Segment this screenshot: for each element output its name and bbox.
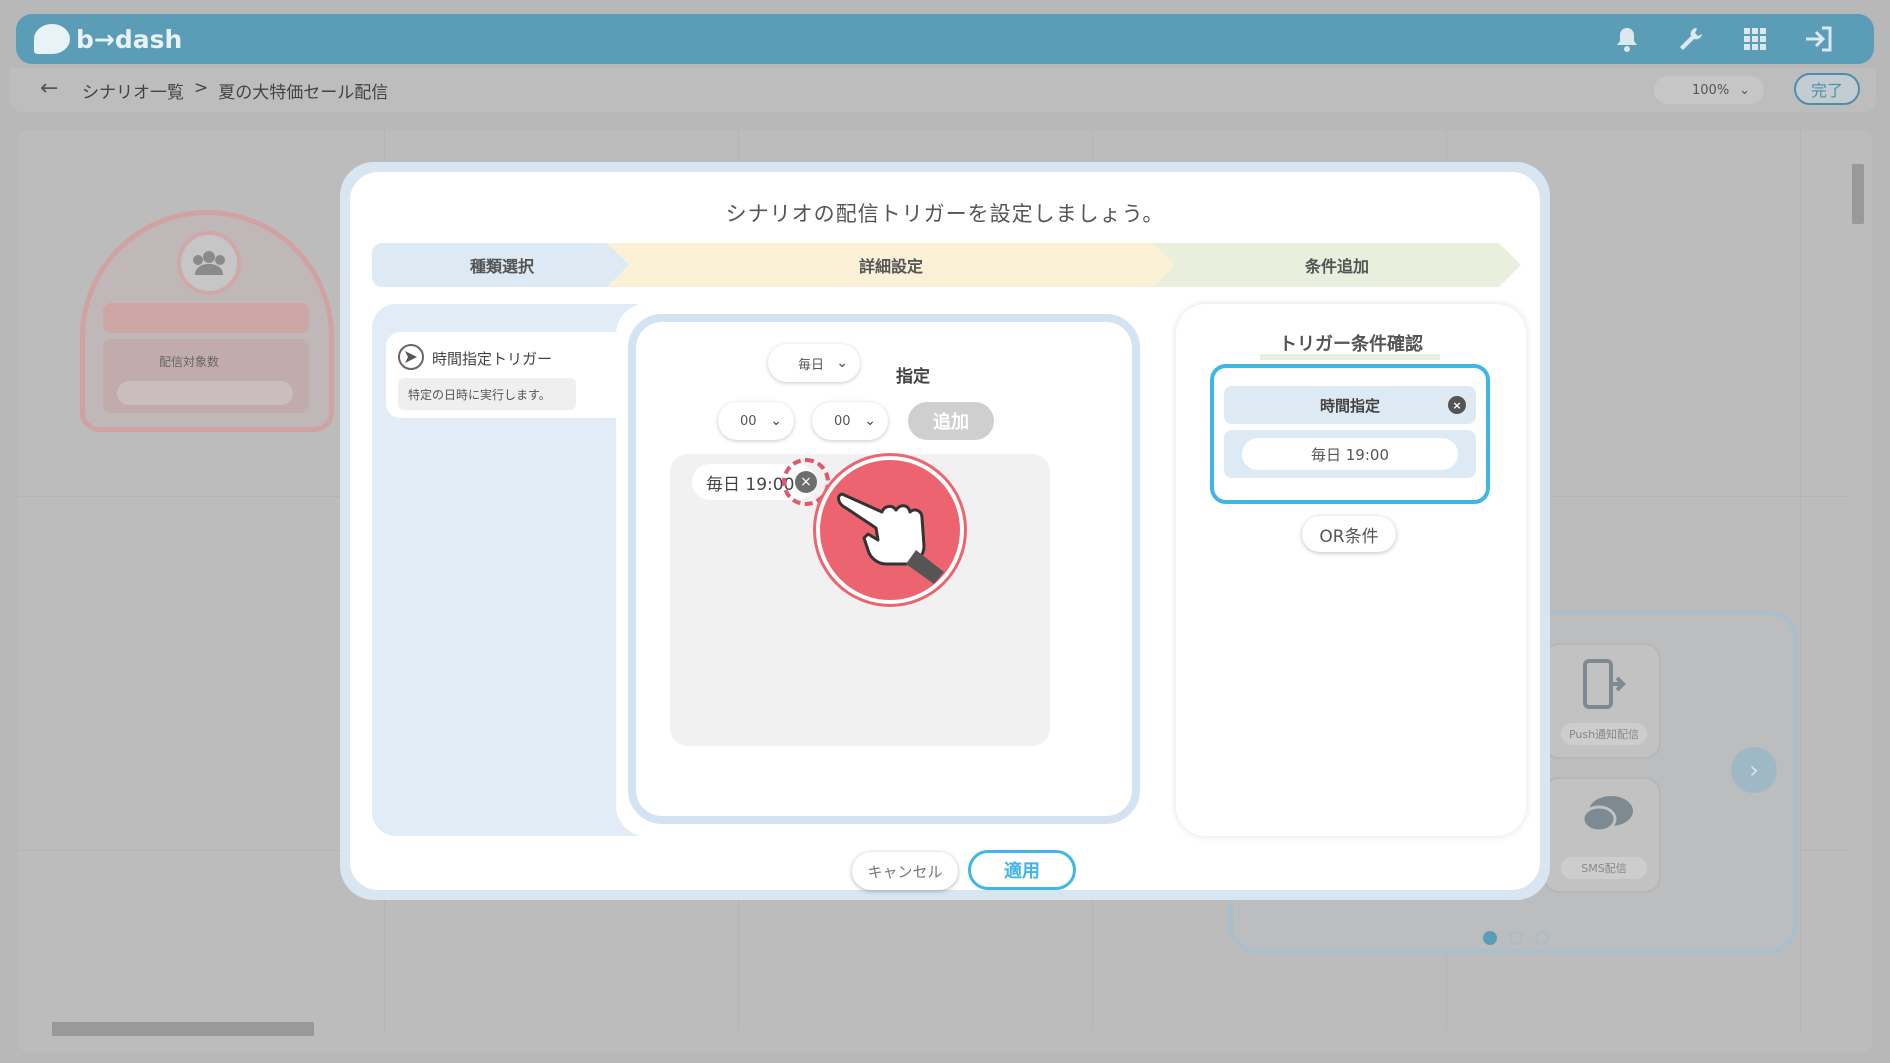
- app-header: b→dash: [16, 14, 1874, 64]
- trigger-modal: シナリオの配信トリガーを設定しましょう。 種類選択 詳細設定 条件追加 時間指定…: [340, 162, 1550, 900]
- start-node-target: 配信対象数: [103, 339, 309, 413]
- page-dot[interactable]: [1535, 931, 1549, 945]
- page-dot[interactable]: [1483, 931, 1497, 945]
- step-type-select: 種類選択: [372, 243, 632, 287]
- grid-line: [1800, 130, 1801, 1030]
- pagination-dots: [1483, 931, 1549, 945]
- group-icon: [177, 231, 241, 295]
- logo-bubble-icon: [34, 24, 70, 54]
- chevron-down-icon: ⌄: [864, 413, 876, 429]
- logo-text: b→dash: [76, 24, 183, 54]
- trigger-description: 特定の日時に実行します。: [398, 378, 576, 410]
- bell-icon[interactable]: [1612, 24, 1642, 54]
- condition-box: 時間指定 × 毎日 19:00: [1210, 364, 1490, 504]
- condition-value: 毎日 19:00: [1242, 438, 1458, 470]
- tile-label: SMS配信: [1561, 857, 1647, 879]
- remove-schedule-icon[interactable]: ×: [795, 471, 817, 493]
- sub-header: ← シナリオ一覧 > 夏の大特価セール配信 100% ⌄ 完了: [10, 68, 1876, 112]
- logo[interactable]: b→dash: [34, 24, 182, 54]
- tile-label: Push通知配信: [1561, 723, 1647, 745]
- hour-value: 00: [740, 413, 757, 429]
- sms-tile[interactable]: SMS配信: [1543, 777, 1661, 893]
- chevron-right-icon[interactable]: ›: [1731, 747, 1777, 793]
- add-button[interactable]: 追加: [908, 402, 994, 440]
- chat-icon: [1581, 793, 1635, 847]
- start-node[interactable]: 配信対象数: [80, 210, 334, 432]
- time-trigger-card[interactable]: 時間指定トリガー 特定の日時に実行します。: [386, 332, 606, 418]
- trigger-summary-panel: トリガー条件確認 時間指定 × 毎日 19:00 OR条件: [1176, 304, 1526, 836]
- zoom-value: 100%: [1692, 82, 1730, 98]
- start-node-label: 配信対象数: [159, 355, 220, 369]
- trigger-title: 時間指定トリガー: [432, 350, 553, 368]
- step-add-condition: 条件追加: [1153, 243, 1521, 287]
- scroll-thumb[interactable]: [52, 1022, 314, 1036]
- chevron-down-icon: ⌄: [1739, 82, 1750, 98]
- apply-button[interactable]: 適用: [968, 850, 1076, 890]
- logout-icon[interactable]: [1804, 24, 1834, 54]
- hour-select[interactable]: 00 ⌄: [718, 402, 794, 440]
- specify-label: 指定: [896, 367, 930, 387]
- breadcrumb: シナリオ一覧 > 夏の大特価セール配信: [82, 78, 388, 103]
- modal-title: シナリオの配信トリガーを設定しましょう。: [725, 202, 1165, 226]
- minute-select[interactable]: 00 ⌄: [812, 402, 888, 440]
- horizontal-scrollbar[interactable]: [38, 1022, 1838, 1036]
- start-node-value: [117, 381, 293, 405]
- condition-body: 毎日 19:00: [1224, 430, 1476, 478]
- phone-icon: [1581, 659, 1627, 721]
- page-dot[interactable]: [1509, 931, 1523, 945]
- step-indicator: 種類選択 詳細設定 条件追加: [372, 243, 1522, 287]
- pointing-hand-icon: [816, 456, 964, 604]
- frequency-select[interactable]: 毎日 ⌄: [768, 344, 860, 382]
- wrench-icon[interactable]: [1676, 24, 1706, 54]
- step-detail-settings: 詳細設定: [607, 243, 1175, 287]
- frequency-value: 毎日: [798, 357, 825, 373]
- zoom-select[interactable]: 100% ⌄: [1654, 76, 1764, 104]
- vertical-scrollbar[interactable]: [1850, 142, 1864, 1032]
- chevron-down-icon: ⌄: [836, 355, 848, 371]
- condition-head: 時間指定 ×: [1224, 386, 1476, 424]
- grid-icon[interactable]: [1740, 24, 1770, 54]
- done-button[interactable]: 完了: [1794, 73, 1860, 105]
- back-arrow-icon[interactable]: ←: [40, 76, 58, 101]
- push-notification-tile[interactable]: Push通知配信: [1543, 643, 1661, 759]
- trigger-type-list: 時間指定トリガー 特定の日時に実行します。: [372, 304, 638, 836]
- breadcrumb-current: 夏の大特価セール配信: [218, 83, 389, 103]
- summary-title: トリガー条件確認: [1279, 334, 1423, 355]
- remove-condition-icon[interactable]: ×: [1448, 396, 1466, 414]
- send-icon: [398, 344, 424, 370]
- minute-value: 00: [834, 413, 851, 429]
- start-node-bar: [103, 303, 309, 333]
- cancel-button[interactable]: キャンセル: [852, 852, 958, 890]
- condition-head-label: 時間指定: [1319, 396, 1380, 415]
- scroll-thumb[interactable]: [1852, 164, 1864, 224]
- breadcrumb-scenario-list[interactable]: シナリオ一覧: [82, 78, 184, 103]
- breadcrumb-separator: >: [194, 78, 209, 98]
- chevron-down-icon: ⌄: [770, 413, 782, 429]
- or-condition-button[interactable]: OR条件: [1302, 516, 1396, 552]
